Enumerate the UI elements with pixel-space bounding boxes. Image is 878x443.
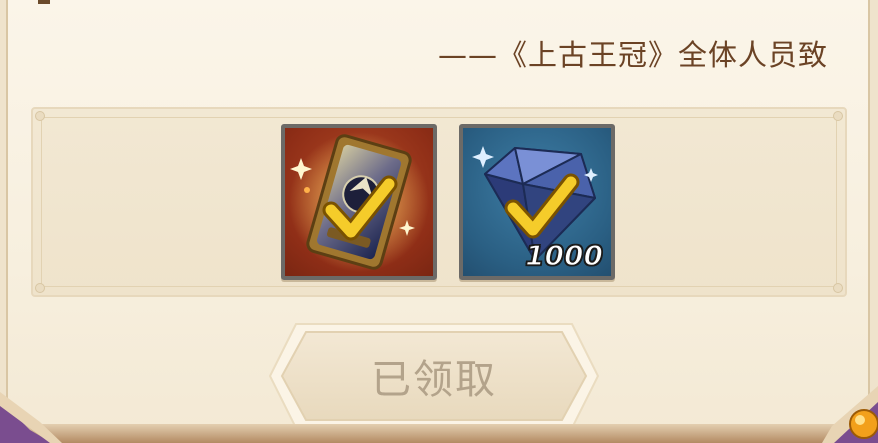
reward-panel-inner-border: [41, 117, 837, 287]
panel-corner-ornament: [833, 111, 843, 121]
reward-item-card-frame[interactable]: [281, 124, 437, 280]
right-corner-ornament: [822, 386, 878, 443]
left-corner-ornament: [0, 392, 62, 443]
reward-quantity: 1000: [524, 238, 603, 273]
panel-corner-ornament: [35, 111, 45, 121]
coin-icon: [849, 409, 878, 439]
panel-corner-ornament: [833, 283, 843, 293]
claimed-button-label: 已领取: [371, 357, 497, 403]
letter-left-border: [0, 0, 8, 420]
reward-panel: [31, 107, 847, 297]
letter-signature: ——《上古王冠》全体人员致: [437, 38, 828, 72]
letter-text-fragment: [38, 0, 50, 4]
claimed-button[interactable]: 已领取: [266, 320, 602, 432]
letter-right-border: [868, 0, 878, 420]
card-frame-icon: [289, 132, 429, 272]
panel-corner-ornament: [35, 283, 45, 293]
letter-bottom-border: [0, 424, 878, 443]
reward-item-diamond[interactable]: 1000: [459, 124, 615, 280]
